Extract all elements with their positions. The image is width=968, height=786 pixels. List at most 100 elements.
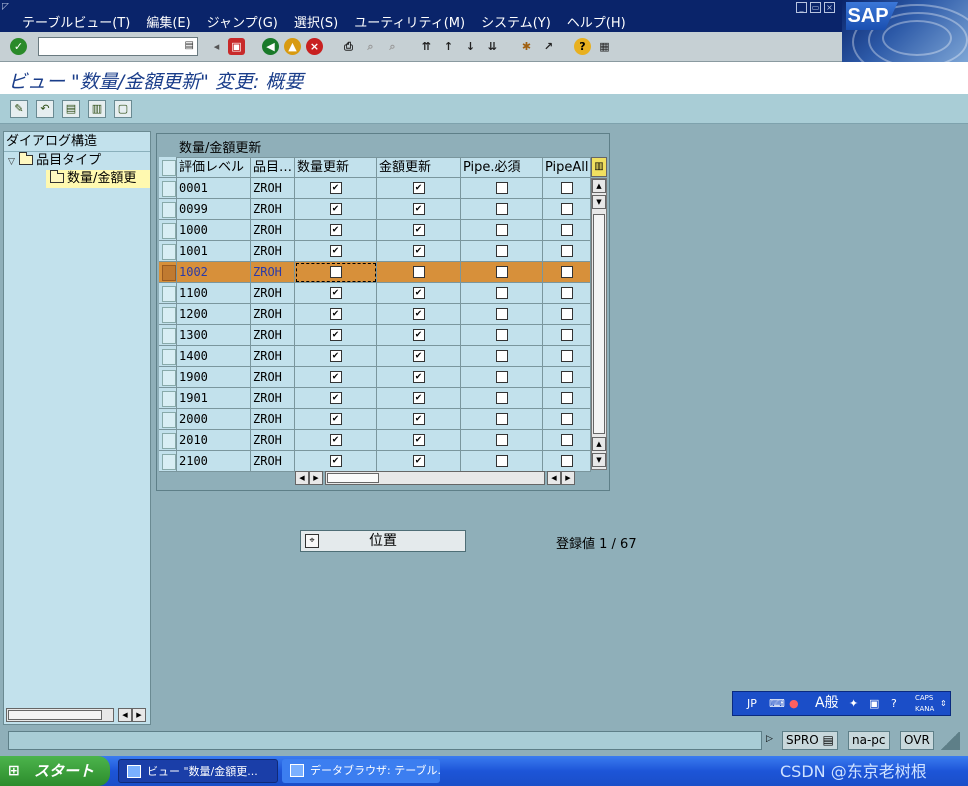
- pipeall-checkbox[interactable]: [560, 455, 573, 467]
- scroll-right-end-icon[interactable]: ▶: [561, 471, 575, 485]
- column-header[interactable]: 数量更新: [295, 157, 377, 178]
- row-selector[interactable]: [159, 199, 177, 220]
- pipe-checkbox[interactable]: [495, 413, 508, 425]
- previous-page-icon[interactable]: ↑: [440, 38, 457, 55]
- valuation-level-cell[interactable]: 2010: [177, 430, 251, 451]
- find-icon[interactable]: ⌕: [362, 38, 379, 55]
- valuation-level-cell[interactable]: 1100: [177, 283, 251, 304]
- row-selector[interactable]: [159, 430, 177, 451]
- ime-pad-icon[interactable]: ✦: [849, 692, 858, 715]
- table-row[interactable]: 1400 ZROH ✔ ✔: [159, 346, 591, 367]
- menu-item[interactable]: 選択(S): [294, 12, 338, 31]
- pipe-checkbox[interactable]: [495, 329, 508, 341]
- pipe-checkbox[interactable]: [495, 182, 508, 194]
- pipeall-checkbox[interactable]: [560, 287, 573, 299]
- menu-item[interactable]: ジャンプ(G): [207, 12, 278, 31]
- ime-dictionary-icon[interactable]: ▣: [869, 692, 879, 715]
- qty-checkbox[interactable]: ✔: [329, 371, 342, 383]
- table-hscroll-track[interactable]: [325, 471, 545, 485]
- pipe-checkbox[interactable]: [495, 287, 508, 299]
- first-page-icon[interactable]: ⇈: [418, 38, 435, 55]
- new-session-icon[interactable]: ✱: [518, 38, 535, 55]
- command-history-icon[interactable]: ▤: [185, 40, 194, 51]
- val-checkbox[interactable]: ✔: [412, 350, 425, 362]
- valuation-level-cell[interactable]: 1001: [177, 241, 251, 262]
- pipe-checkbox[interactable]: [495, 266, 508, 278]
- scroll-left-icon[interactable]: ◀: [295, 471, 309, 485]
- command-field[interactable]: ▤: [38, 37, 198, 56]
- scroll-left-icon[interactable]: ◀: [118, 708, 132, 722]
- valuation-level-cell[interactable]: 1000: [177, 220, 251, 241]
- val-checkbox[interactable]: ✔: [412, 434, 425, 446]
- material-type-cell[interactable]: ZROH: [251, 451, 295, 472]
- table-vertical-scrollbar[interactable]: ▲ ▼ ▲ ▼: [591, 178, 607, 470]
- tree-node-material-type[interactable]: ▽ 品目タイプ: [8, 152, 101, 170]
- enter-icon[interactable]: ✓: [10, 38, 27, 55]
- qty-checkbox[interactable]: ✔: [329, 308, 342, 320]
- valuation-level-cell[interactable]: 2000: [177, 409, 251, 430]
- column-header[interactable]: Pipe.必須: [461, 157, 543, 178]
- table-scroll-thumb[interactable]: [593, 214, 605, 434]
- val-checkbox[interactable]: ✔: [412, 413, 425, 425]
- val-checkbox[interactable]: ✔: [412, 203, 425, 215]
- val-checkbox[interactable]: ✔: [412, 329, 425, 341]
- pipe-checkbox[interactable]: [495, 371, 508, 383]
- page-up-icon[interactable]: ▲: [592, 437, 606, 451]
- ime-options-icon[interactable]: ⇕: [940, 692, 947, 715]
- row-selector[interactable]: [159, 409, 177, 430]
- table-horizontal-scrollbar[interactable]: ◀ ▶ ◀ ▶: [295, 471, 587, 487]
- valuation-level-cell[interactable]: 1400: [177, 346, 251, 367]
- tree-scroll-thumb[interactable]: [8, 710, 102, 720]
- valuation-level-cell[interactable]: 2100: [177, 451, 251, 472]
- qty-checkbox[interactable]: ✔: [329, 392, 342, 404]
- task-view-window[interactable]: ビュー "数量/金額更...: [118, 759, 278, 783]
- cancel-icon[interactable]: ×: [306, 38, 323, 55]
- table-row[interactable]: 1901 ZROH ✔ ✔: [159, 388, 591, 409]
- table-row[interactable]: 1100 ZROH ✔ ✔: [159, 283, 591, 304]
- scroll-down-icon[interactable]: ▼: [592, 453, 606, 467]
- valuation-level-cell[interactable]: 1300: [177, 325, 251, 346]
- system-menu-icon[interactable]: ◸: [2, 2, 9, 12]
- status-expand-icon[interactable]: ▷: [766, 734, 773, 744]
- qty-checkbox[interactable]: ✔: [329, 350, 342, 362]
- tree-horizontal-scrollbar[interactable]: ◀ ▶: [6, 708, 148, 722]
- tree-scroll-track[interactable]: [6, 708, 114, 722]
- deselect-all-icon[interactable]: ▢: [114, 100, 132, 118]
- material-type-cell[interactable]: ZROH: [251, 430, 295, 451]
- material-type-cell[interactable]: ZROH: [251, 304, 295, 325]
- column-header[interactable]: 評価レベル: [177, 157, 251, 178]
- qty-checkbox[interactable]: ✔: [329, 224, 342, 236]
- table-row[interactable]: 2100 ZROH ✔ ✔: [159, 451, 591, 472]
- ime-help-icon[interactable]: ?: [891, 692, 897, 715]
- table-hscroll-thumb[interactable]: [327, 473, 379, 483]
- material-type-cell[interactable]: ZROH: [251, 346, 295, 367]
- display-change-icon[interactable]: ✎: [10, 100, 28, 118]
- row-selector[interactable]: [159, 178, 177, 199]
- pipeall-checkbox[interactable]: [560, 203, 573, 215]
- exit-icon[interactable]: ▲: [284, 38, 301, 55]
- select-block-icon[interactable]: ▥: [88, 100, 106, 118]
- start-button[interactable]: ⊞ スタート: [0, 756, 110, 786]
- row-selector[interactable]: [159, 367, 177, 388]
- task-data-browser[interactable]: データブラウザ: テーブル...: [282, 759, 440, 783]
- scroll-right-icon[interactable]: ▶: [309, 471, 323, 485]
- table-row[interactable]: 0001 ZROH ✔ ✔: [159, 178, 591, 199]
- row-selector[interactable]: [159, 262, 177, 283]
- val-checkbox[interactable]: ✔: [412, 308, 425, 320]
- row-selector[interactable]: [159, 451, 177, 472]
- qty-checkbox[interactable]: ✔: [329, 245, 342, 257]
- val-checkbox[interactable]: ✔: [412, 455, 425, 467]
- keyboard-icon[interactable]: ⌨: [769, 692, 785, 715]
- select-all-rows-button[interactable]: [159, 157, 177, 178]
- close-window-button[interactable]: ×: [824, 2, 835, 13]
- pipeall-checkbox[interactable]: [560, 350, 573, 362]
- column-configuration-icon[interactable]: ▥: [591, 157, 607, 177]
- qty-checkbox[interactable]: ✔: [329, 434, 342, 446]
- minimize-button[interactable]: _: [796, 2, 807, 13]
- row-selector[interactable]: [159, 346, 177, 367]
- pipeall-checkbox[interactable]: [560, 308, 573, 320]
- row-selector[interactable]: [159, 388, 177, 409]
- qty-checkbox[interactable]: ✔: [329, 182, 342, 194]
- valuation-level-cell[interactable]: 1900: [177, 367, 251, 388]
- val-checkbox[interactable]: ✔: [412, 392, 425, 404]
